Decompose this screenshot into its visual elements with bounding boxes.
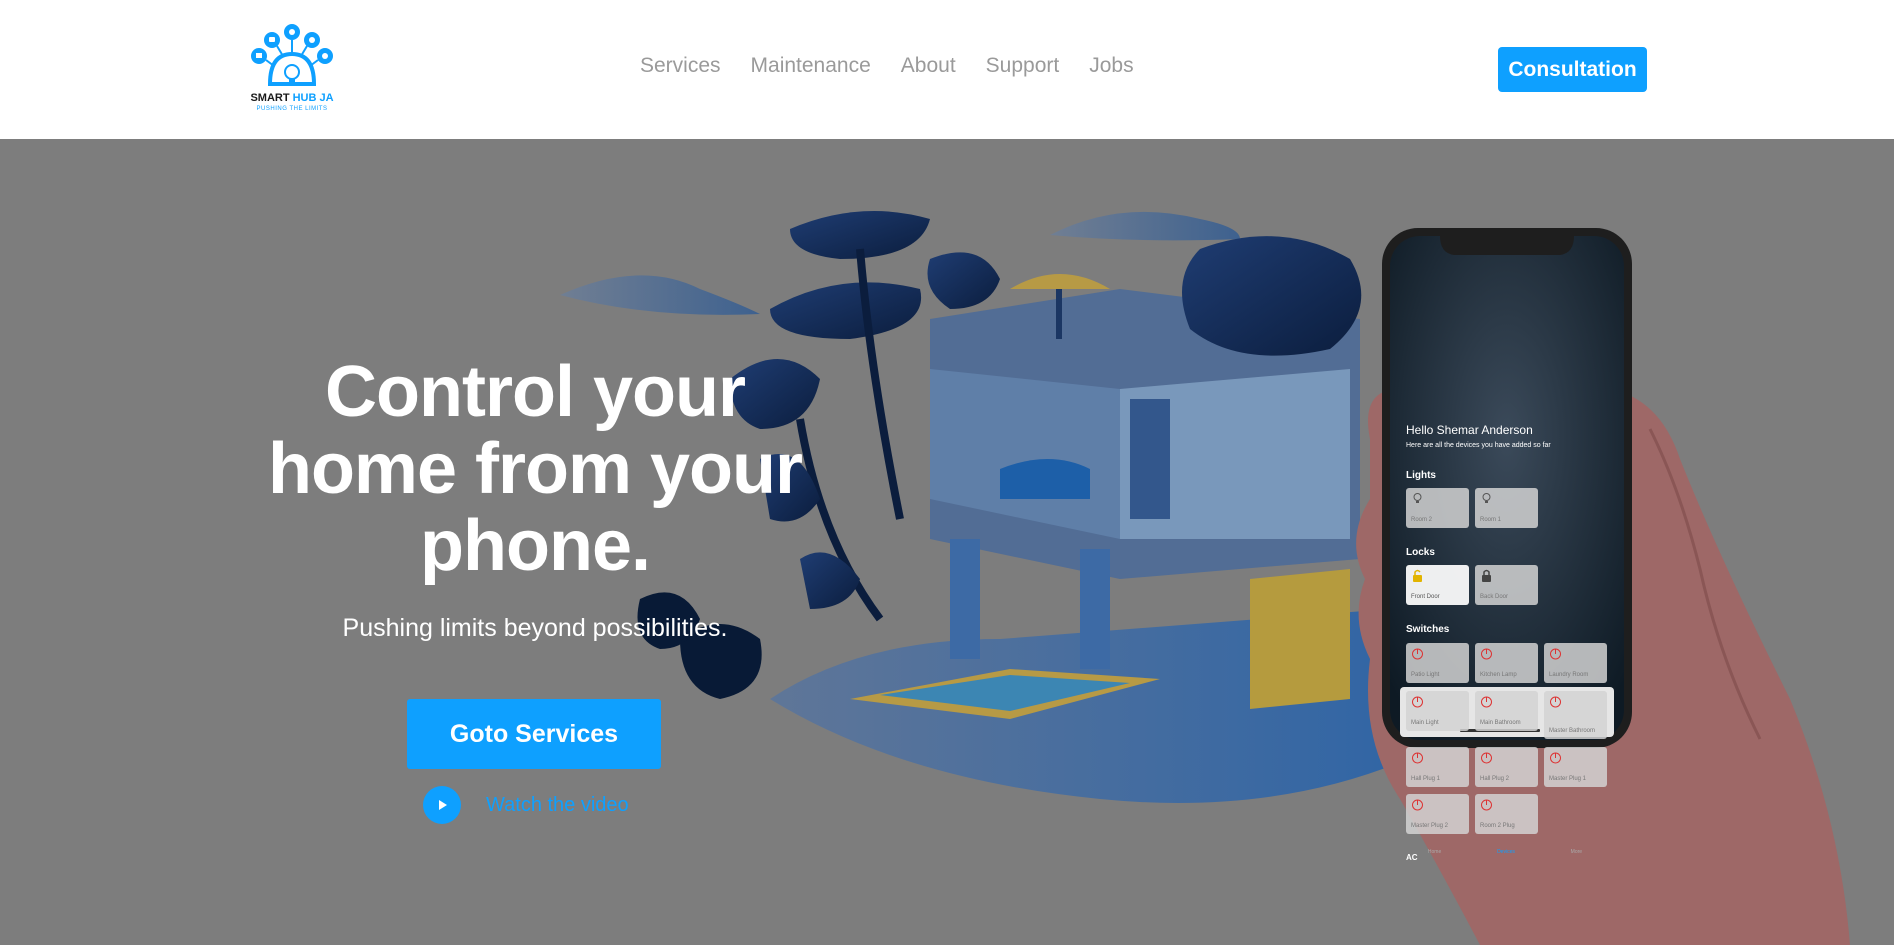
section-switches: Switches xyxy=(1406,624,1450,635)
ac-label: AC xyxy=(1406,853,1418,862)
unlocked-padlock-icon xyxy=(1413,569,1422,582)
play-icon[interactable] xyxy=(423,786,461,824)
hero-title: Control your home from your phone. xyxy=(250,354,820,585)
power-icon xyxy=(1550,648,1561,660)
tile-label: Front Door xyxy=(1411,594,1440,600)
tile-label: Back Door xyxy=(1480,594,1509,600)
nav-support[interactable]: Support xyxy=(986,54,1060,78)
main-nav: Services Maintenance About Support Jobs xyxy=(640,54,1134,78)
switch-tile[interactable]: Hall Plug 1 xyxy=(1406,747,1469,787)
tile-label: Patio Light xyxy=(1411,672,1440,678)
lock-tile-front-door[interactable]: Front Door xyxy=(1406,565,1469,605)
power-icon xyxy=(1481,799,1492,811)
nav-maintenance[interactable]: Maintenance xyxy=(751,54,871,78)
switch-tile[interactable]: Main Bathroom xyxy=(1475,691,1538,731)
tile-label: Master Bathroom xyxy=(1549,728,1596,734)
brand-name: SMART HUB JA xyxy=(250,92,334,104)
tile-label: Room 2 xyxy=(1411,517,1433,523)
power-icon xyxy=(1412,752,1423,764)
tab-more[interactable]: More xyxy=(1571,829,1582,859)
app-tab-bar: Home Devices More xyxy=(1400,829,1610,859)
power-icon xyxy=(1481,696,1492,708)
nav-jobs[interactable]: Jobs xyxy=(1089,54,1133,78)
switch-tile[interactable]: Main Light xyxy=(1406,691,1469,731)
hero-title-line-3: phone. xyxy=(420,506,651,586)
watch-video-label[interactable]: Watch the video xyxy=(486,794,629,817)
tile-label: Room 1 xyxy=(1480,517,1502,523)
goto-services-button[interactable]: Goto Services xyxy=(407,699,661,769)
app-greeting-subtitle: Here are all the devices you have added … xyxy=(1406,442,1551,449)
brand-tagline: PUSHING THE LIMITS xyxy=(256,106,328,112)
power-icon xyxy=(1412,648,1423,660)
switch-tile[interactable]: Hall Plug 2 xyxy=(1475,747,1538,787)
tile-label: Hall Plug 2 xyxy=(1480,776,1510,782)
brand-logo[interactable]: SMART HUB JA PUSHING THE LIMITS xyxy=(250,22,334,118)
lock-tile-back-door[interactable]: Back Door xyxy=(1475,565,1538,605)
hero-title-line-1: Control your xyxy=(325,352,746,432)
switch-tile[interactable]: Laundry Room xyxy=(1544,643,1607,683)
brand-name-accent: HUB JA xyxy=(292,92,334,104)
tab-devices[interactable]: Devices xyxy=(1497,829,1515,859)
app-greeting: Hello Shemar Anderson xyxy=(1406,423,1533,437)
site-header: SMART HUB JA PUSHING THE LIMITS Services… xyxy=(0,0,1894,139)
bulb-icon xyxy=(1413,493,1422,503)
nav-about[interactable]: About xyxy=(901,54,956,78)
tile-label: Laundry Room xyxy=(1549,672,1589,678)
smart-hub-logo-icon xyxy=(251,24,333,86)
section-lights: Lights xyxy=(1406,470,1436,481)
section-locks: Locks xyxy=(1406,547,1435,558)
power-icon xyxy=(1412,799,1423,811)
switch-tile[interactable]: Master Bathroom xyxy=(1544,691,1607,739)
tab-home[interactable]: Home xyxy=(1428,829,1441,859)
bulb-icon xyxy=(1482,493,1491,503)
power-icon xyxy=(1550,696,1561,708)
tile-label: Kitchen Lamp xyxy=(1480,672,1517,678)
power-icon xyxy=(1481,648,1492,660)
power-icon xyxy=(1412,696,1423,708)
light-tile-room-2[interactable]: Room 2 xyxy=(1406,488,1469,528)
tile-label: Main Bathroom xyxy=(1480,720,1521,726)
switch-tile[interactable]: Master Plug 1 xyxy=(1544,747,1607,787)
tile-label: Hall Plug 1 xyxy=(1411,776,1441,782)
switch-tile[interactable]: Patio Light xyxy=(1406,643,1469,683)
power-icon xyxy=(1550,752,1561,764)
hero-title-line-2: home from your xyxy=(267,429,803,509)
nav-services[interactable]: Services xyxy=(640,54,721,78)
padlock-icon xyxy=(1482,569,1491,582)
consultation-button[interactable]: Consultation xyxy=(1498,47,1647,92)
hero-section: Control your home from your phone. Pushi… xyxy=(0,139,1894,945)
watch-video-link[interactable]: Watch the video xyxy=(423,786,629,824)
light-tile-room-1[interactable]: Room 1 xyxy=(1475,488,1538,528)
tile-label: Main Light xyxy=(1411,720,1439,726)
switch-tile[interactable]: Master Plug 2 xyxy=(1406,794,1469,834)
switch-tile[interactable]: Room 2 Plug xyxy=(1475,794,1538,834)
phone-app-screen: Hello Shemar Anderson Here are all the d… xyxy=(1398,279,1612,862)
switch-tile[interactable]: Kitchen Lamp xyxy=(1475,643,1538,683)
hero-subtitle: Pushing limits beyond possibilities. xyxy=(342,614,728,642)
tile-label: Master Plug 1 xyxy=(1549,776,1587,782)
power-icon xyxy=(1481,752,1492,764)
